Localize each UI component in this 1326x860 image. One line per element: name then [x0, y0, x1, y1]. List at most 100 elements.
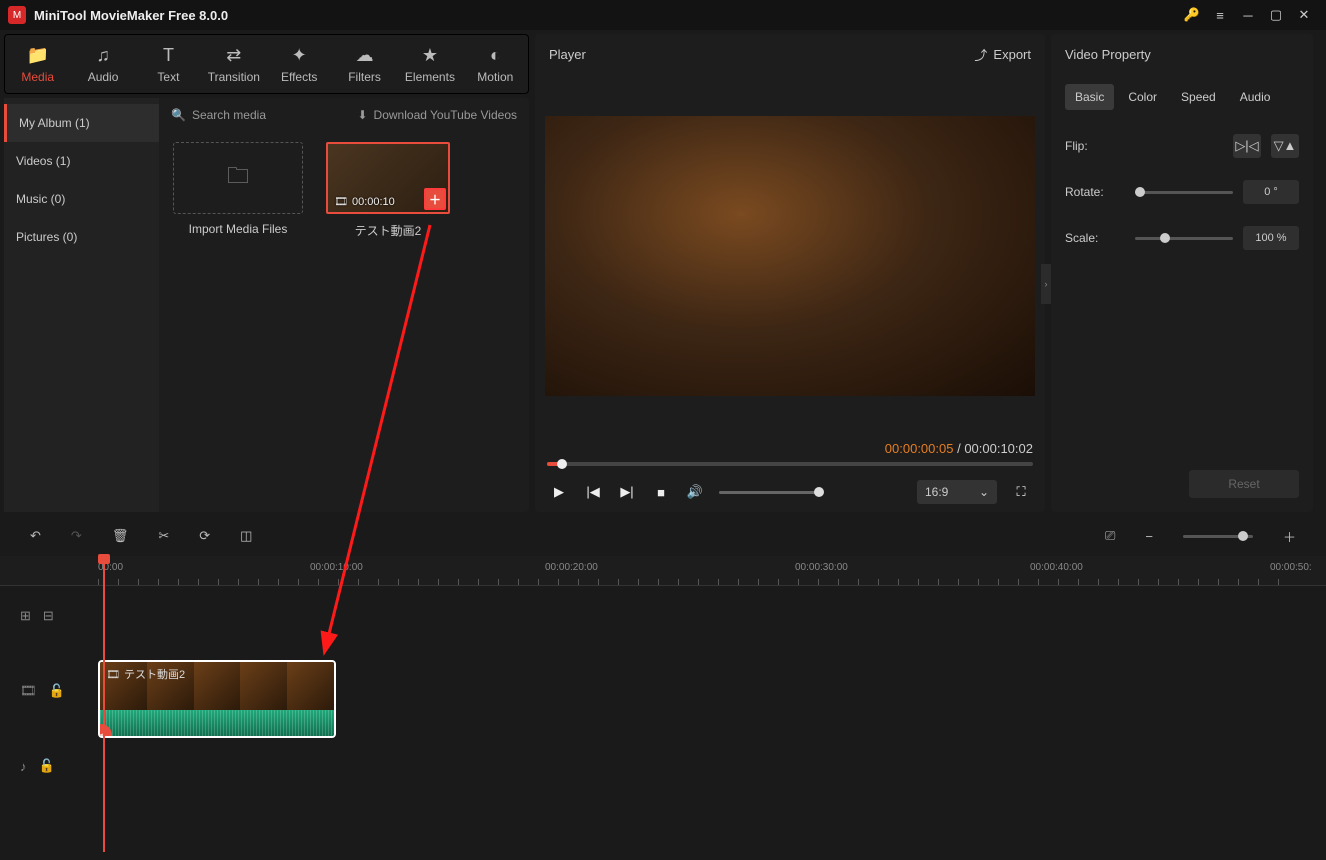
tab-filters[interactable]: ☁Filters	[332, 35, 397, 93]
cat-pictures[interactable]: Pictures (0)	[4, 218, 159, 256]
rotate-label: Rotate:	[1065, 185, 1125, 199]
minimize-button[interactable]: ─	[1234, 1, 1262, 29]
tab-elements[interactable]: ★Elements	[397, 35, 462, 93]
zoom-slider[interactable]	[1183, 535, 1253, 538]
audio-track-icon: ♪	[20, 759, 27, 774]
clip-waveform	[100, 710, 334, 738]
player-panel: Player ⤴ Export 00:00:00:05 / 00:00:10:0…	[535, 34, 1045, 512]
redo-button[interactable]: ↷	[71, 528, 82, 544]
export-icon: ⤴	[974, 45, 987, 64]
remove-track-icon[interactable]: ⊟	[43, 608, 54, 624]
tab-audio[interactable]: ♫Audio	[70, 35, 135, 93]
rotate-value[interactable]: 0 °	[1243, 180, 1299, 204]
tab-motion[interactable]: ◐Motion	[463, 35, 528, 93]
clip-thumbnail[interactable]: 🎞00:00:10 ＋	[326, 142, 450, 214]
cat-videos[interactable]: Videos (1)	[4, 142, 159, 180]
video-track-icon: 🎞	[20, 683, 37, 699]
cat-my-album[interactable]: My Album (1)	[4, 104, 159, 142]
app-title: MiniTool MovieMaker Free 8.0.0	[34, 8, 228, 23]
panel-collapse-handle[interactable]: ›	[1041, 264, 1051, 304]
download-youtube-link[interactable]: ⬇ Download YouTube Videos	[357, 108, 517, 122]
effects-icon: ✦	[292, 45, 307, 66]
media-categories: My Album (1) Videos (1) Music (0) Pictur…	[4, 98, 159, 512]
timeline[interactable]: 00:00 00:00:10:00 00:00:20:00 00:00:30:0…	[0, 556, 1326, 852]
playhead[interactable]	[103, 556, 105, 852]
volume-icon[interactable]: 🔊	[685, 482, 705, 502]
tab-effects[interactable]: ✦Effects	[267, 35, 332, 93]
tab-transition[interactable]: ⇄Transition	[201, 35, 266, 93]
stop-button[interactable]: ■	[651, 482, 671, 502]
split-button[interactable]: ✂	[158, 528, 169, 544]
property-panel: › Video Property Basic Color Speed Audio…	[1051, 34, 1313, 512]
music-icon: ♫	[96, 45, 110, 66]
scale-label: Scale:	[1065, 231, 1125, 245]
folder-icon: 📁	[26, 45, 48, 66]
app-logo-icon: M	[8, 6, 26, 24]
prop-tab-audio[interactable]: Audio	[1230, 84, 1281, 110]
fullscreen-button[interactable]: ⛶	[1011, 482, 1031, 502]
track-overlay-header[interactable]: ⊞⊟	[0, 586, 90, 646]
filters-icon: ☁	[356, 45, 374, 66]
timeline-ruler[interactable]: 00:00 00:00:10:00 00:00:20:00 00:00:30:0…	[0, 556, 1326, 586]
play-button[interactable]: ▶	[549, 482, 569, 502]
transition-icon: ⇄	[226, 45, 241, 66]
chevron-down-icon: ⌄	[979, 485, 989, 499]
prop-tab-basic[interactable]: Basic	[1065, 84, 1114, 110]
track-audio-header[interactable]: ♪🔓	[0, 736, 90, 796]
volume-slider[interactable]	[719, 491, 819, 494]
lock-icon[interactable]: 🔓	[49, 683, 65, 699]
film-icon: 🎞	[334, 195, 348, 208]
undo-button[interactable]: ↶	[30, 528, 41, 544]
motion-icon: ◐	[490, 45, 501, 66]
titlebar: M MiniTool MovieMaker Free 8.0.0 🔑 ≡ ─ ▢…	[0, 0, 1326, 30]
timecode-display: 00:00:00:05 / 00:00:10:02	[535, 437, 1045, 456]
timeline-toolbar: ↶ ↷ 🗑 ✂ ⟳ ◫ ⎚ − ＋	[0, 516, 1326, 556]
property-title: Video Property	[1065, 47, 1151, 62]
scale-slider[interactable]	[1135, 237, 1233, 240]
flip-label: Flip:	[1065, 139, 1125, 153]
track-video-header[interactable]: 🎞🔓	[0, 646, 90, 736]
tab-media[interactable]: 📁Media	[5, 35, 70, 93]
text-icon: T	[163, 45, 174, 66]
crop-button[interactable]: ◫	[240, 528, 252, 544]
prop-tab-speed[interactable]: Speed	[1171, 84, 1226, 110]
mixer-icon[interactable]: ⎚	[1105, 528, 1115, 544]
speed-button[interactable]: ⟳	[199, 528, 210, 544]
timeline-clip[interactable]: 🎞テスト動画2 ✂	[98, 660, 336, 738]
import-media-button[interactable]: 🗀 Import Media Files	[173, 142, 303, 239]
film-icon: 🎞	[106, 668, 120, 681]
main-tabs: 📁Media ♫Audio TText ⇄Transition ✦Effects…	[4, 34, 529, 94]
next-frame-button[interactable]: ▶|	[617, 482, 637, 502]
search-icon: 🔍	[171, 108, 186, 122]
media-clip-item[interactable]: 🎞00:00:10 ＋ テスト動画2	[323, 142, 453, 239]
scrub-bar[interactable]	[535, 456, 1045, 472]
maximize-button[interactable]: ▢	[1262, 1, 1290, 29]
menu-icon[interactable]: ≡	[1206, 1, 1234, 29]
tab-text[interactable]: TText	[136, 35, 201, 93]
delete-button[interactable]: 🗑	[112, 528, 129, 544]
prop-tab-color[interactable]: Color	[1118, 84, 1167, 110]
player-title: Player	[549, 47, 586, 62]
scale-value[interactable]: 100 %	[1243, 226, 1299, 250]
prev-frame-button[interactable]: |◀	[583, 482, 603, 502]
add-to-timeline-button[interactable]: ＋	[424, 188, 446, 210]
zoom-in-button[interactable]: ＋	[1283, 527, 1296, 546]
video-preview[interactable]	[545, 116, 1035, 396]
media-panel: My Album (1) Videos (1) Music (0) Pictur…	[4, 98, 529, 512]
folder-add-icon: 🗀	[227, 159, 249, 197]
search-media-input[interactable]: 🔍 Search media	[171, 108, 266, 122]
aspect-ratio-select[interactable]: 16:9⌄	[917, 480, 997, 504]
lock-icon[interactable]: 🔓	[39, 758, 55, 774]
add-track-icon[interactable]: ⊞	[20, 608, 31, 624]
flip-vertical-button[interactable]: ▽▲	[1271, 134, 1299, 158]
zoom-out-button[interactable]: −	[1145, 529, 1153, 544]
elements-icon: ★	[422, 45, 438, 66]
close-button[interactable]: ✕	[1290, 1, 1318, 29]
cat-music[interactable]: Music (0)	[4, 180, 159, 218]
reset-button[interactable]: Reset	[1189, 470, 1299, 498]
download-icon: ⬇	[357, 108, 367, 122]
upgrade-key-icon[interactable]: 🔑	[1178, 1, 1206, 29]
export-button[interactable]: ⤴ Export	[974, 45, 1031, 64]
flip-horizontal-button[interactable]: ▷|◁	[1233, 134, 1261, 158]
rotate-slider[interactable]	[1135, 191, 1233, 194]
